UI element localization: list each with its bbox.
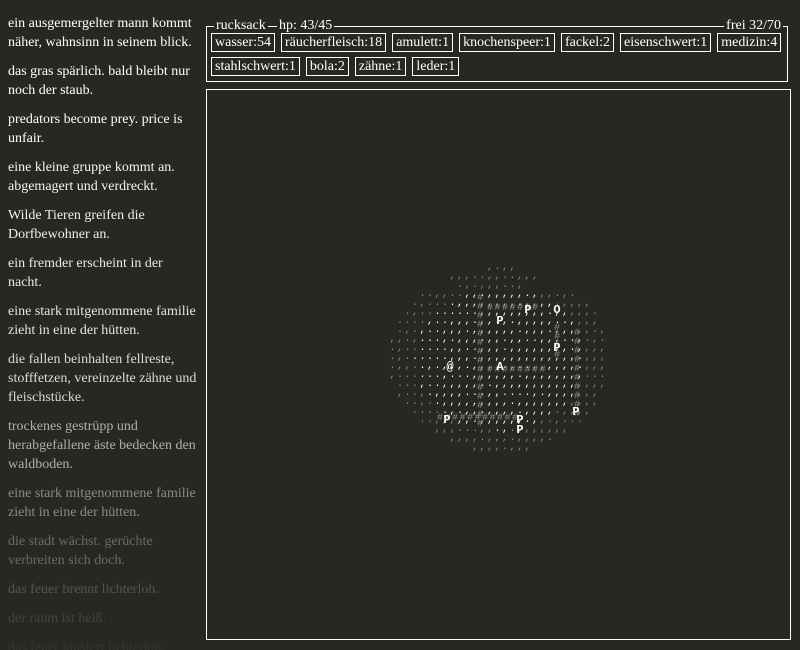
road-tile: # xyxy=(524,365,530,376)
road-tile: # xyxy=(474,413,480,424)
terrain-tile: , xyxy=(487,442,493,453)
terrain-tile: , xyxy=(539,433,545,444)
rucksack-item[interactable]: fackel:2 xyxy=(560,33,615,52)
map-canvas: ,.,,,,,..,,..,,,.,.,,,..,..,,..,,.,,,,,.… xyxy=(389,262,605,453)
road-tile: # xyxy=(494,303,500,314)
rucksack-item[interactable]: stahlschwert:1 xyxy=(211,57,300,76)
landmark-tile: P xyxy=(572,405,579,419)
landmark-tile: P xyxy=(443,413,450,427)
terrain-tile: , xyxy=(554,424,560,435)
log-entry: das feuer brennt lichterloh. xyxy=(8,582,159,597)
terrain-tile: , xyxy=(584,406,590,417)
player-icon: @ xyxy=(446,360,453,374)
road-tile: # xyxy=(517,365,523,376)
road-tile: # xyxy=(509,365,515,376)
terrain-tile: , xyxy=(494,442,500,453)
terrain-tile: , xyxy=(592,397,598,408)
log-entry: die stadt wächst. gerüchte verbreiten si… xyxy=(8,534,153,568)
road-tile: # xyxy=(437,413,443,424)
terrain-tile: . xyxy=(412,406,418,417)
terrain-tile: , xyxy=(524,442,530,453)
terrain-tile: , xyxy=(517,442,523,453)
log-entry: ein ausgemergelter mann kommt näher, wah… xyxy=(8,16,192,50)
landmark-tile: A xyxy=(496,360,504,374)
terrain-tile: , xyxy=(532,433,538,444)
rucksack-item[interactable]: wasser:54 xyxy=(211,33,275,52)
log-entry: ein fremder erscheint in der nacht. xyxy=(8,256,163,290)
landmark-tile: P xyxy=(496,314,503,328)
terrain-tile: , xyxy=(464,433,470,444)
road-tile: # xyxy=(452,413,458,424)
road-tile: # xyxy=(489,413,495,424)
rucksack-items: wasser:54 räucherfleisch:18 amulett:1 knoch… xyxy=(211,33,783,76)
world-map[interactable]: ,.,,,,,..,,..,,,.,.,,,..,..,,..,,.,,,,,.… xyxy=(206,89,791,640)
terrain-tile: , xyxy=(449,433,455,444)
log-entry: die fallen beinhalten fellreste, stofffe… xyxy=(8,352,197,405)
terrain-tile: . xyxy=(547,433,553,444)
log-entry: das feuer knistert lichterloh. xyxy=(8,640,166,650)
road-tile: # xyxy=(532,303,538,314)
road-tile: # xyxy=(502,303,508,314)
terrain-tile: , xyxy=(479,442,485,453)
road-tile: # xyxy=(482,413,488,424)
terrain-tile: , xyxy=(524,271,530,282)
landmark-tile: O xyxy=(553,303,560,317)
event-log: ein ausgemergelter mann kommt näher, wah… xyxy=(8,14,198,650)
terrain-tile: . xyxy=(419,415,425,426)
road-tile: # xyxy=(459,413,465,424)
terrain-tile: , xyxy=(457,433,463,444)
log-entry: eine stark mitgenommene familie zieht in… xyxy=(8,304,196,338)
log-entry: Wilde Tieren greifen die Dorfbewohner an… xyxy=(8,208,145,242)
rucksack-item[interactable]: eisenschwert:1 xyxy=(620,33,712,52)
rucksack-item[interactable]: amulett:1 xyxy=(392,33,454,52)
log-entry: eine stark mitgenommene familie zieht in… xyxy=(8,486,196,520)
log-entry: eine kleine gruppe kommt an. abgemagert … xyxy=(8,160,175,194)
terrain-tile: , xyxy=(389,370,395,381)
road-tile: # xyxy=(497,413,503,424)
terrain-tile: , xyxy=(397,388,403,399)
rucksack-item[interactable]: knochenspeer:1 xyxy=(459,33,555,52)
terrain-tile: , xyxy=(449,271,455,282)
rucksack-item[interactable]: medizin:4 xyxy=(717,33,782,52)
rucksack-panel: rucksack hp: 43/45 frei 32/70 wasser:54 r… xyxy=(206,17,788,82)
road-tile: # xyxy=(467,413,473,424)
terrain-tile: . xyxy=(502,442,508,453)
road-tile: # xyxy=(509,303,515,314)
log-entry: predators become prey. price is unfair. xyxy=(8,112,183,146)
road-tile: # xyxy=(539,365,545,376)
terrain-tile: . xyxy=(427,415,433,426)
log-entry: der raum ist heiß. xyxy=(8,611,106,626)
terrain-tile: , xyxy=(599,379,605,390)
road-tile: # xyxy=(517,303,523,314)
road-tile: # xyxy=(504,413,510,424)
terrain-tile: , xyxy=(472,442,478,453)
rucksack-item[interactable]: bola:2 xyxy=(305,57,349,76)
landmark-tile: P xyxy=(524,303,531,317)
road-tile: # xyxy=(532,365,538,376)
rucksack-item[interactable]: räucherfleisch:18 xyxy=(281,33,387,52)
terrain-tile: , xyxy=(434,424,440,435)
terrain-tile: , xyxy=(532,271,538,282)
rucksack-item[interactable]: zähne:1 xyxy=(354,57,407,76)
terrain-tile: . xyxy=(404,397,410,408)
rucksack-item[interactable]: leder:1 xyxy=(412,57,460,76)
landmark-tile: P xyxy=(553,341,560,355)
road-tile: # xyxy=(487,303,493,314)
road-tile: # xyxy=(487,365,493,376)
terrain-tile: , xyxy=(562,424,568,435)
terrain-tile: , xyxy=(509,442,515,453)
log-entry: trockenes gestrüpp und herabgefallene äs… xyxy=(8,419,196,472)
log-entry: das gras spärlich. bald bleibt nur noch … xyxy=(8,64,190,98)
landmark-tile: P xyxy=(516,423,523,437)
